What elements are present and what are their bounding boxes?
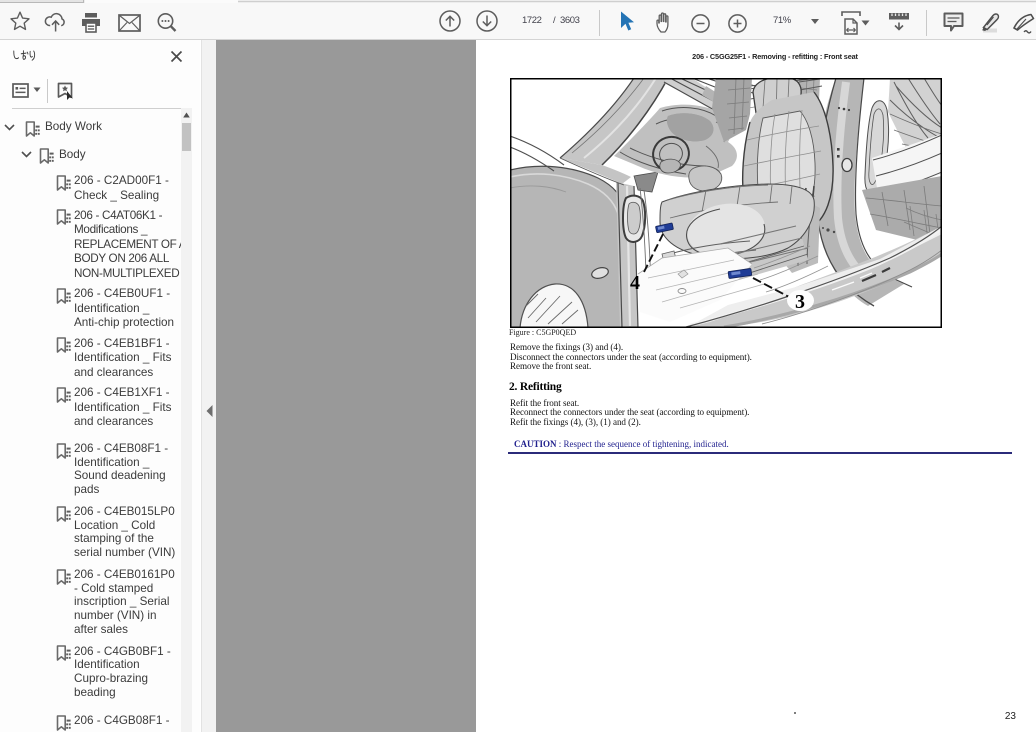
- svg-text:4: 4: [630, 272, 640, 294]
- svg-text:3: 3: [795, 291, 805, 313]
